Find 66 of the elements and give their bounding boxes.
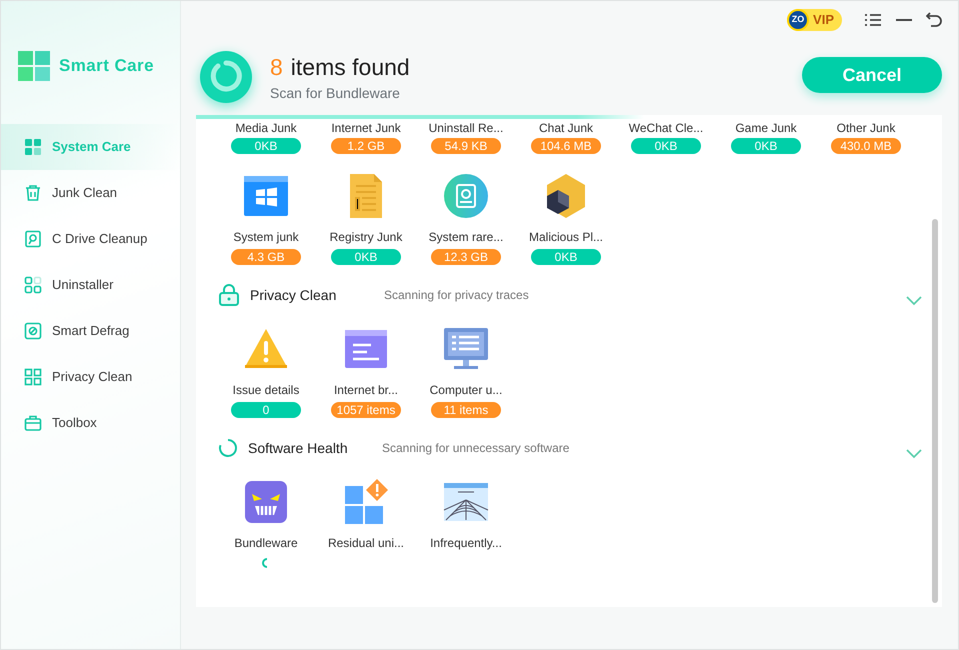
- found-title: items found: [290, 53, 410, 82]
- section-title: Privacy Clean: [250, 286, 338, 305]
- size-pill: 0KB: [631, 138, 701, 154]
- section-title: Software Health: [248, 438, 349, 458]
- disk-icon: [442, 172, 490, 220]
- defrag-icon: [24, 322, 42, 340]
- trash-icon: [24, 184, 42, 202]
- app-logo-icon: [17, 50, 51, 82]
- item-label: Internet br...: [334, 382, 398, 399]
- item-label: Infrequently...: [430, 535, 502, 552]
- item-label: Residual uni...: [328, 535, 404, 552]
- found-count: 8: [270, 53, 283, 82]
- item-label: Malicious Pl...: [528, 229, 604, 246]
- sidebar-item[interactable]: Toolbox: [1, 400, 180, 446]
- sidebar-item[interactable]: Uninstaller: [1, 262, 180, 308]
- item-label: Internet Junk: [331, 121, 401, 135]
- size-pill: 11 items: [431, 402, 501, 418]
- avatar: ZO: [787, 9, 810, 31]
- back-arrow-icon[interactable]: [926, 12, 942, 28]
- minimize-icon[interactable]: [896, 18, 912, 22]
- size-pill: 4.3 GB: [231, 249, 301, 265]
- tiles-icon: [24, 368, 42, 386]
- item-label: System junk: [233, 229, 299, 246]
- drive-icon: [24, 230, 42, 248]
- item-label: WeChat Cle...: [628, 121, 704, 135]
- size-pill: 0KB: [731, 138, 801, 154]
- blocks-warning-icon: [342, 478, 390, 526]
- grid-icon: [24, 138, 42, 156]
- item-label: Bundleware: [234, 535, 298, 552]
- size-pill: 0KB: [231, 138, 301, 154]
- item-label: Issue details: [232, 382, 300, 399]
- size-pill: 12.3 GB: [431, 249, 501, 265]
- toolbox-icon: [24, 414, 42, 432]
- vip-badge[interactable]: ZO VIP: [787, 9, 842, 31]
- sidebar-item[interactable]: Privacy Clean: [1, 354, 180, 400]
- scrollbar-thumb[interactable]: [932, 219, 938, 603]
- size-pill: 0: [231, 402, 301, 418]
- devil-face-icon: [242, 478, 290, 526]
- item-label: Media Junk: [235, 121, 297, 135]
- vip-label: VIP: [813, 11, 834, 30]
- size-pill: 430.0 MB: [831, 138, 901, 154]
- size-pill: 1.2 GB: [331, 138, 401, 154]
- size-pill: 1057 items: [331, 402, 401, 418]
- item-label: Registry Junk: [330, 229, 402, 246]
- lock-icon: [218, 283, 240, 307]
- size-pill: 104.6 MB: [531, 138, 601, 154]
- spinner-icon: [209, 60, 243, 94]
- size-pill: 0KB: [531, 249, 601, 265]
- item-label: Computer u...: [430, 382, 502, 399]
- section-status: Scanning for privacy traces: [384, 287, 529, 304]
- item-label: Game Junk: [735, 121, 797, 135]
- sidebar-item[interactable]: Junk Clean: [1, 170, 180, 216]
- item-label: Uninstall Re...: [428, 121, 504, 135]
- section-status: Scanning for unnecessary software: [382, 440, 570, 457]
- loading-spinner-icon: [218, 438, 238, 458]
- menu-icon[interactable]: [864, 13, 882, 27]
- item-label: Other Junk: [836, 121, 896, 135]
- sidebar-item[interactable]: Smart Defrag: [1, 308, 180, 354]
- sidebar-item[interactable]: C Drive Cleanup: [1, 216, 180, 262]
- size-pill: 0KB: [331, 249, 401, 265]
- app-name: Smart Care: [59, 55, 154, 78]
- apps-icon: [24, 276, 42, 294]
- item-label: System rare...: [428, 229, 504, 246]
- scan-subtitle: Scan for Bundleware: [270, 84, 401, 103]
- item-label: Chat Junk: [538, 121, 594, 135]
- size-pill: 54.9 KB: [431, 138, 501, 154]
